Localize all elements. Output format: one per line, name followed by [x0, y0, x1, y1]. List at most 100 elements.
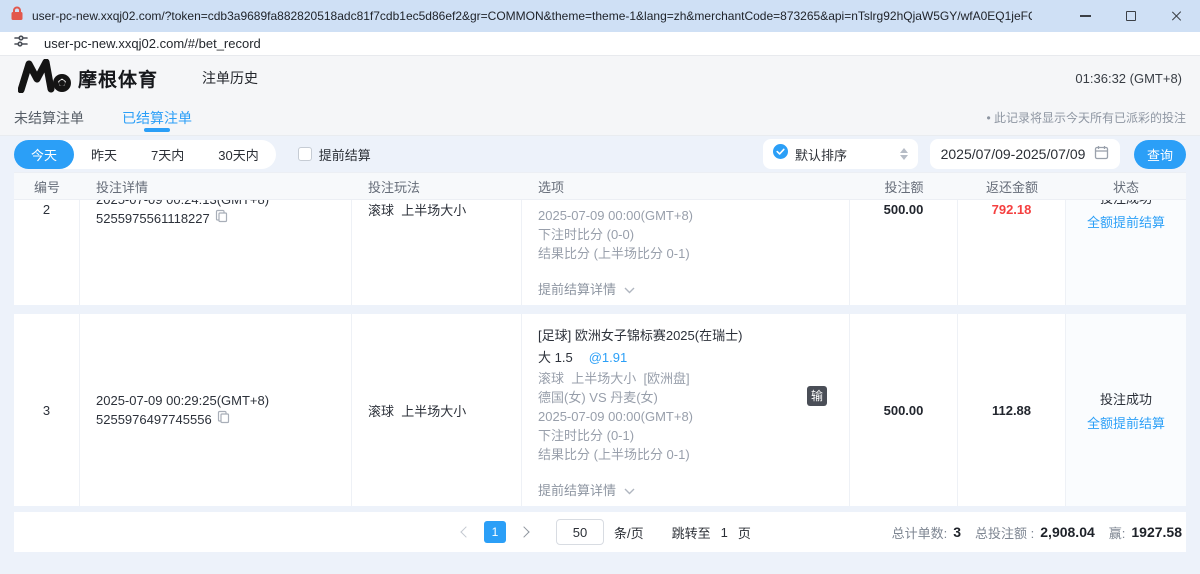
copy-icon[interactable]: [215, 209, 228, 228]
row-no: 3: [14, 314, 80, 506]
bet-table: 编号 投注详情 投注玩法 选项 投注额 返还金额 状态 2 2025-07-09…: [14, 172, 1186, 506]
sort-selected-value: 默认排序: [795, 145, 847, 164]
window-controls: [1062, 0, 1200, 32]
sort-arrows-icon: [900, 148, 908, 160]
col-header-no: 编号: [14, 173, 80, 199]
col-header-status: 状态: [1066, 173, 1186, 199]
market-name: 滚球 上半场大小 [欧洲盘]: [538, 369, 833, 388]
check-circle-icon: [773, 144, 788, 164]
bet-option: [足球] 欧洲女子锦标赛2025(在瑞士) 大 1.5 @1.91 滚球 上半场…: [522, 314, 850, 506]
filter-today[interactable]: 今天: [14, 140, 74, 169]
lock-icon: [10, 6, 24, 26]
pagination: 1 条/页 跳转至 1 页: [462, 519, 751, 545]
full-early-settle-link[interactable]: 全额提前结算: [1087, 212, 1165, 231]
page-number-button[interactable]: 1: [484, 521, 506, 543]
close-button[interactable]: [1154, 0, 1200, 32]
status-text: 投注成功: [1100, 389, 1152, 408]
prev-page-icon[interactable]: [460, 526, 471, 537]
bet-play: 滚球 上半场大小: [352, 200, 522, 305]
odds-value: @1.91: [589, 348, 628, 367]
app-header: 摩根体育 注单历史 01:36:32 (GMT+8): [0, 56, 1200, 100]
browser-titlebar: user-pc-new.xxqj02.com/?token=cdb3a9689f…: [0, 0, 1200, 32]
tab-settled-label: 已结算注单: [122, 108, 192, 128]
table-header: 编号 投注详情 投注玩法 选项 投注额 返还金额 状态: [14, 172, 1186, 200]
table-row: 3 2025-07-09 00:29:25(GMT+8) 52559764977…: [14, 314, 1186, 506]
copy-icon[interactable]: [217, 410, 230, 429]
close-icon: [1171, 10, 1183, 22]
bet-amount: 500.00: [850, 314, 958, 506]
bet-play: 滚球 上半场大小: [352, 314, 522, 506]
tabs-row: 未结算注单 已结算注单 • 此记录将显示今天所有已派彩的投注: [0, 100, 1200, 136]
bet-time: 2025-07-09 00:29:25(GMT+8): [96, 391, 351, 410]
match-time: 2025-07-09 00:00(GMT+8): [538, 206, 833, 225]
query-button[interactable]: 查询: [1134, 140, 1186, 169]
totals-summary: 总计单数: 3 总投注额 : 2,908.04 赢: 1927.58: [892, 523, 1186, 542]
tab-settled[interactable]: 已结算注单: [122, 100, 192, 135]
total-amount-value: 2,908.04: [1040, 524, 1095, 540]
date-range-value: 2025/07/09-2025/07/09: [941, 146, 1086, 162]
server-clock: 01:36:32 (GMT+8): [1075, 71, 1182, 86]
filter-right-controls: 默认排序 2025/07/09-2025/07/09 查询: [763, 139, 1186, 169]
calendar-icon: [1094, 145, 1109, 163]
maximize-button[interactable]: [1108, 0, 1154, 32]
table-footer: 1 条/页 跳转至 1 页 总计单数: 3 总投注额 : 2,908.04 赢:…: [14, 512, 1186, 552]
per-page-label: 条/页: [614, 523, 644, 542]
tab-unsettled[interactable]: 未结算注单: [14, 100, 84, 135]
pick-selection: 大 1.5: [538, 348, 573, 367]
page-unit-label: 页: [738, 523, 751, 542]
result-score: 结果比分 (上半场比分 0-1): [538, 244, 833, 263]
lose-result-badge: 输: [807, 386, 827, 406]
next-page-icon[interactable]: [518, 526, 529, 537]
row-detail: 2025-07-09 00:24:13(GMT+8) 5255975561118…: [80, 200, 352, 305]
full-early-settle-link[interactable]: 全额提前结算: [1087, 413, 1165, 432]
bet-amount: 500.00: [850, 200, 958, 305]
total-count-label: 总计单数:: [892, 523, 948, 542]
active-tab-indicator: [144, 128, 170, 132]
jump-page-value[interactable]: 1: [721, 525, 728, 540]
row-no: 2: [14, 200, 80, 305]
minimize-icon: [1080, 15, 1091, 17]
site-settings-icon[interactable]: [14, 34, 28, 53]
col-header-amount: 投注额: [850, 173, 958, 199]
bet-option: 2025-07-09 00:00(GMT+8) 下注时比分 (0-0) 结果比分…: [522, 200, 850, 305]
address-url[interactable]: user-pc-new.xxqj02.com/#/bet_record: [44, 36, 261, 51]
bet-id: 5255975561118227: [96, 209, 210, 228]
early-settle-label: 提前结算: [319, 145, 371, 164]
quick-date-group: 今天 昨天 7天内 30天内: [14, 140, 276, 169]
early-settle-checkbox[interactable]: [298, 147, 312, 161]
filter-yesterday[interactable]: 昨天: [74, 140, 134, 169]
sort-select[interactable]: 默认排序: [763, 139, 918, 169]
chevron-down-icon: [624, 481, 635, 500]
table-row: 2 2025-07-09 00:24:13(GMT+8) 52559755611…: [14, 200, 1186, 305]
early-settle-detail-toggle[interactable]: 提前结算详情: [538, 481, 833, 500]
total-win-label: 赢:: [1109, 523, 1126, 542]
chevron-down-icon: [624, 280, 635, 299]
brand-logo-icon: [18, 59, 72, 98]
record-note: • 此记录将显示今天所有已派彩的投注: [986, 109, 1186, 126]
refund-amount: 112.88: [958, 314, 1066, 506]
bet-status: 投注成功 全额提前结算: [1066, 200, 1186, 305]
early-settle-detail-toggle[interactable]: 提前结算详情: [538, 280, 833, 299]
bet-id: 5255976497745556: [96, 410, 212, 429]
result-score: 结果比分 (上半场比分 0-1): [538, 445, 833, 464]
table-body: 2 2025-07-09 00:24:13(GMT+8) 52559755611…: [14, 200, 1186, 506]
score-at-bet: 下注时比分 (0-1): [538, 426, 833, 445]
minimize-button[interactable]: [1062, 0, 1108, 32]
league-name: [足球] 欧洲女子锦标赛2025(在瑞士): [538, 326, 833, 345]
window-title-url: user-pc-new.xxqj02.com/?token=cdb3a9689f…: [32, 9, 1032, 23]
score-at-bet: 下注时比分 (0-0): [538, 225, 833, 244]
early-settle-detail-label: 提前结算详情: [538, 280, 616, 299]
early-settle-checkbox-wrap[interactable]: 提前结算: [298, 145, 371, 164]
col-header-play: 投注玩法: [352, 173, 522, 199]
address-bar[interactable]: user-pc-new.xxqj02.com/#/bet_record: [0, 32, 1200, 56]
early-settle-detail-label: 提前结算详情: [538, 481, 616, 500]
match-time: 2025-07-09 00:00(GMT+8): [538, 407, 833, 426]
page-size-input[interactable]: [556, 519, 604, 545]
page-title: 注单历史: [202, 68, 258, 88]
filter-30days[interactable]: 30天内: [201, 140, 275, 169]
brand-name: 摩根体育: [78, 65, 158, 92]
date-range-picker[interactable]: 2025/07/09-2025/07/09: [930, 139, 1120, 169]
filter-7days[interactable]: 7天内: [134, 140, 201, 169]
match-teams: 德国(女) VS 丹麦(女): [538, 388, 833, 407]
pick-line: 大 1.5 @1.91: [538, 348, 833, 367]
